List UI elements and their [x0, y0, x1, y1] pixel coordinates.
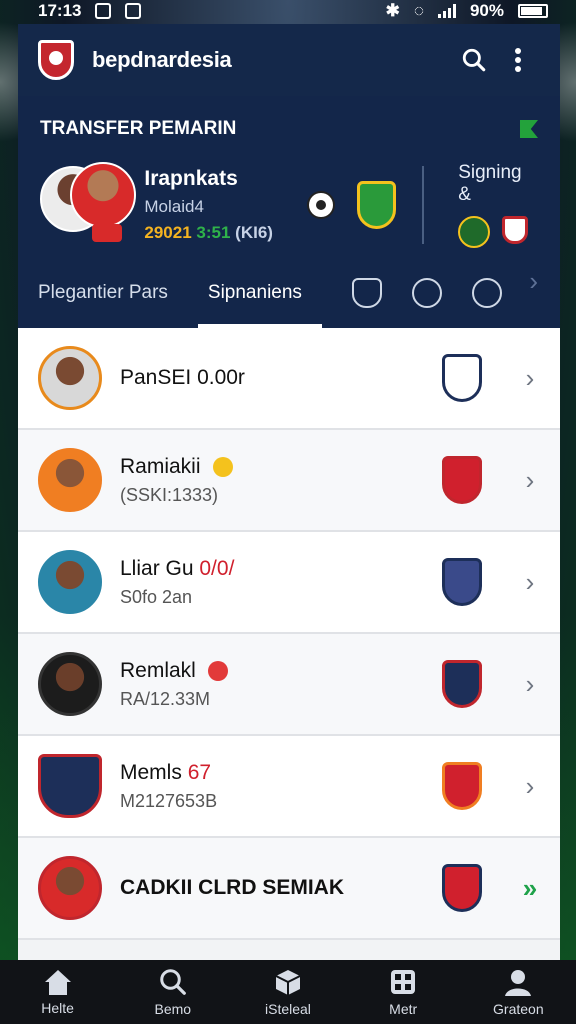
search-button[interactable]	[452, 38, 496, 82]
player-sub: RA/12.33M	[120, 688, 211, 709]
player-name-extra: 0.00r	[197, 366, 245, 389]
club-badge-icon	[442, 762, 482, 810]
player-avatar	[38, 754, 102, 818]
transfer-player-sub: Molaid4	[144, 197, 204, 216]
nav-label: Bemo	[154, 1001, 192, 1017]
nav-label: Metr	[389, 1001, 418, 1017]
user-icon	[505, 970, 532, 996]
chevron-right-icon: ›	[525, 566, 535, 597]
transfer-heading: TRANSFER PEMARIN	[40, 118, 237, 139]
emoji-icon	[212, 456, 233, 477]
tag-icon	[207, 660, 228, 681]
player-name: CADKII CLRD SEMIAK	[120, 876, 344, 899]
player-avatar	[38, 448, 102, 512]
battery-icon	[518, 4, 548, 18]
chevron-right-icon: »	[522, 872, 538, 903]
tab-plegantier-pars[interactable]: Plegantier Pars	[18, 258, 188, 328]
signing-title: Signing &	[458, 162, 522, 205]
player-name-extra: 67	[187, 760, 212, 784]
player-name-extra: 0/0/	[199, 556, 235, 580]
chevron-right-icon: ›	[525, 770, 535, 801]
tab-sipnaniens[interactable]: Sipnaniens	[188, 258, 322, 328]
nav-label: Grateon	[493, 1001, 544, 1017]
list-item[interactable]: Remlakl RA/12.33M ›	[18, 634, 560, 736]
player-name: Memls	[120, 760, 182, 784]
more-vertical-icon	[515, 48, 521, 72]
club-badge-icon	[442, 456, 482, 504]
nav-search[interactable]: Bemo	[128, 967, 218, 1017]
app-title: bepdnardesia	[92, 47, 232, 72]
transfer-stat-c: (KI6)	[235, 223, 273, 242]
player-sub: M2127653B	[120, 790, 218, 811]
nav-grid[interactable]: Metr	[358, 967, 448, 1017]
home-icon	[44, 970, 71, 995]
wifi-icon: ◌	[413, 1, 424, 20]
app-notification-icon	[125, 3, 142, 19]
more-options-button[interactable]	[496, 38, 540, 82]
list-item[interactable]: Lliar Gu 0/0/ S0fo 2an ›	[18, 532, 560, 634]
signal-icon	[437, 4, 456, 18]
club-badge-icon	[442, 660, 482, 708]
notification-icon	[95, 3, 112, 19]
divider	[422, 166, 425, 244]
club-logo-icon	[38, 40, 74, 80]
tab-bar: Plegantier Pars Sipnaniens	[18, 258, 560, 328]
player-avatar	[38, 652, 102, 716]
transfer-stat-b: 3:51	[196, 223, 231, 242]
top-app-bar: bepdnardesia	[18, 24, 560, 96]
player-name: Remlakl	[120, 658, 196, 682]
player-list: PanSEI 0.00r › Ramiakii (SSKI:1333) › Ll…	[18, 328, 560, 940]
player-avatar	[38, 550, 102, 614]
transfer-card[interactable]: Irapnkats Molaid4 29021 3:51 (KI6) Signi…	[40, 162, 538, 248]
nav-label: iSteleal	[265, 1001, 311, 1017]
player-name: Lliar Gu	[120, 556, 194, 580]
club-badge-icon	[442, 864, 482, 912]
grid-icon	[391, 970, 416, 994]
globe-tab-icon[interactable]	[411, 278, 442, 308]
player-avatar	[38, 346, 102, 410]
transfer-stat-a: 29021	[144, 223, 192, 242]
player-avatar	[38, 856, 102, 920]
shield-tab-icon[interactable]	[351, 278, 382, 308]
transfer-panel: TRANSFER PEMARIN Irapnkats Molaid4 29021…	[18, 96, 560, 328]
nav-home[interactable]: Helte	[13, 968, 103, 1016]
status-bar: 17:13 ✱ ◌ 90%	[0, 0, 576, 22]
player-sub: (SSKI:1333)	[120, 484, 219, 505]
player-duo-avatar	[40, 162, 136, 248]
app-window: bepdnardesia TRANSFER PEMARIN Irapnkats …	[18, 24, 560, 960]
transfer-player-name: Irapnkats	[144, 167, 238, 190]
player-name: PanSEI	[120, 366, 192, 389]
transfer-stats: 29021 3:51 (KI6)	[144, 223, 301, 243]
player-sub: S0fo 2an	[120, 586, 193, 607]
status-time: 17:13	[38, 1, 82, 20]
pin-tab-icon[interactable]	[471, 278, 502, 308]
club-badge-icon	[442, 558, 482, 606]
football-icon	[307, 191, 335, 219]
club-badge-icon	[442, 354, 482, 402]
flag-icon[interactable]	[520, 120, 538, 138]
nav-label: Helte	[41, 1000, 74, 1016]
nav-cube[interactable]: iSteleal	[243, 967, 333, 1017]
chevron-right-icon: ›	[525, 362, 535, 393]
cube-icon	[275, 970, 301, 995]
search-icon	[462, 48, 486, 72]
list-item[interactable]: Ramiakii (SSKI:1333) ›	[18, 430, 560, 532]
list-item[interactable]: Memls 67 M2127653B ›	[18, 736, 560, 838]
bluetooth-icon: ✱	[385, 1, 400, 20]
signing-club-badge-icon	[458, 216, 491, 248]
chevron-right-icon: ›	[525, 464, 535, 495]
nav-profile[interactable]: Grateon	[473, 967, 563, 1017]
list-item[interactable]: CADKII CLRD SEMIAK »	[18, 838, 560, 940]
list-item[interactable]: PanSEI 0.00r ›	[18, 328, 560, 430]
player-name: Ramiakii	[120, 454, 201, 478]
signing-club-badge-icon	[502, 216, 529, 244]
chevron-right-icon: ›	[525, 668, 535, 699]
search-icon	[160, 969, 186, 995]
battery-percent: 90%	[469, 1, 504, 20]
club-badge-icon	[356, 181, 397, 229]
bottom-navigation: Helte Bemo iSteleal Metr Grateon	[0, 960, 576, 1024]
